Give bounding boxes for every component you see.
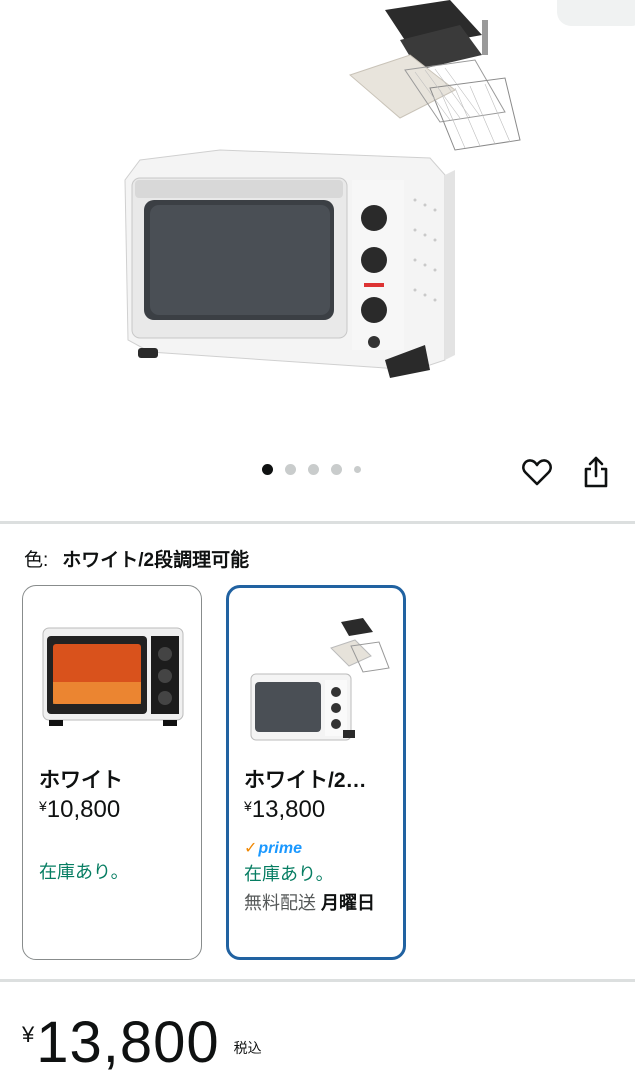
section-divider [0, 979, 635, 982]
oven-body [124, 149, 455, 378]
variation-label: 色: [24, 550, 49, 571]
variation-selector-label: 色: ホワイト/2段調理可能 [24, 545, 249, 572]
variation-name: ホワイト [39, 769, 123, 792]
variation-thumbnail [42, 627, 184, 726]
tax-included-label: 税込 [233, 1040, 262, 1056]
prime-badge: ✓prime [244, 840, 302, 857]
accessory-trays [349, 0, 521, 151]
variation-card-white-2tier[interactable]: ホワイト/2… ¥13,800 ✓prime 在庫あり。 無料配送 月曜日 [226, 585, 406, 960]
product-image-gallery[interactable] [0, 0, 635, 520]
currency-symbol: ¥ [22, 1022, 35, 1047]
carousel-dot[interactable] [331, 464, 342, 475]
heart-icon[interactable] [519, 452, 555, 492]
carousel-dots[interactable] [262, 464, 361, 475]
corner-button[interactable] [557, 0, 635, 26]
product-image[interactable] [110, 0, 530, 420]
variation-price: ¥10,800 [39, 796, 121, 823]
carousel-dot[interactable] [285, 464, 296, 475]
prime-check-icon: ✓ [244, 840, 258, 857]
stock-status: 在庫あり。 [244, 864, 334, 884]
carousel-dot[interactable] [308, 464, 319, 475]
stock-status: 在庫あり。 [39, 862, 129, 882]
variation-price: ¥13,800 [244, 796, 326, 823]
section-divider [0, 521, 635, 524]
carousel-dot[interactable] [354, 466, 361, 473]
main-price: ¥ 13,800 税込 [22, 1010, 262, 1076]
variation-thumbnail [250, 618, 390, 741]
carousel-dot[interactable] [262, 464, 273, 475]
variation-name: ホワイト/2… [244, 769, 367, 792]
price-amount: 13,800 [36, 1010, 220, 1075]
variation-selected-value: ホワイト/2段調理可能 [62, 550, 250, 571]
variation-card-white[interactable]: ホワイト ¥10,800 在庫あり。 [22, 585, 202, 960]
share-icon[interactable] [578, 452, 614, 492]
delivery-info: 無料配送 月曜日 [244, 893, 376, 913]
